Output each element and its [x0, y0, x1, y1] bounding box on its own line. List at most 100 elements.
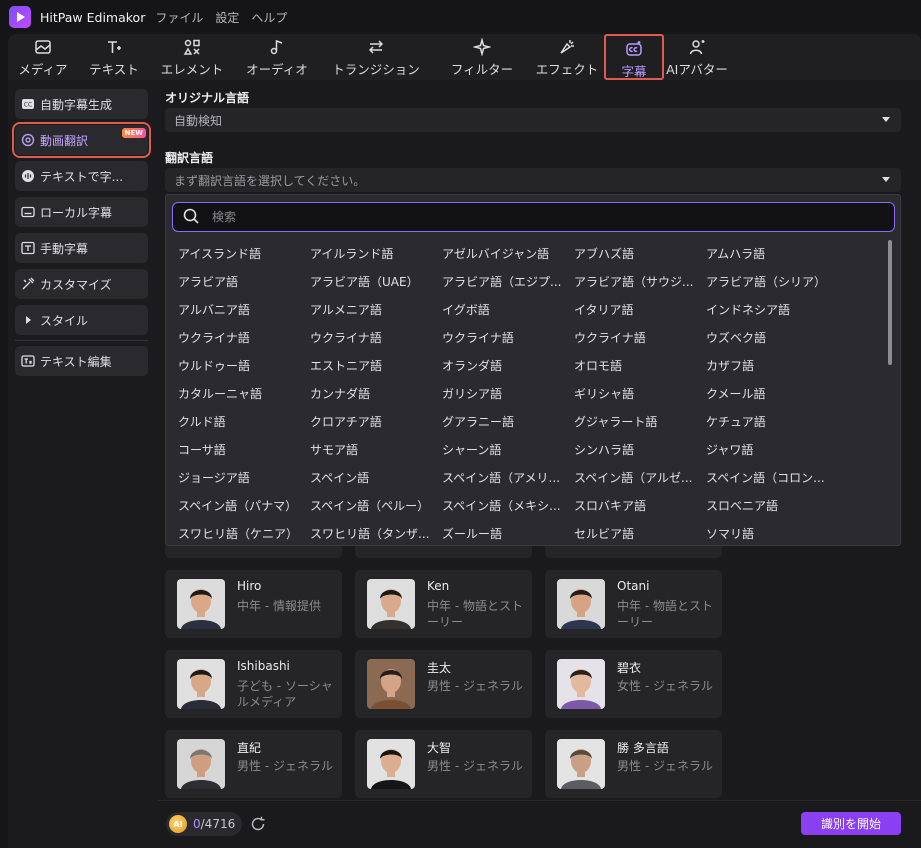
- language-option[interactable]: グアラニー語: [442, 413, 574, 430]
- dropdown-scrollbar[interactable]: [888, 240, 892, 365]
- language-option[interactable]: カンナダ語: [310, 385, 442, 402]
- language-option[interactable]: スペイン語（ペルー）: [310, 497, 442, 514]
- voice-card[interactable]: 圭太 男性 - ジェネラル: [355, 650, 532, 718]
- sidebar-item-video-translate[interactable]: 動画翻訳 NEW: [12, 122, 151, 158]
- language-option[interactable]: スワヒリ語（タンザ...: [310, 525, 442, 542]
- voice-card[interactable]: Otani 中年 - 物語とストーリー: [545, 570, 722, 638]
- tab-media[interactable]: メディア: [8, 34, 78, 80]
- chevron-down-icon: [882, 177, 890, 182]
- language-option[interactable]: ジャワ語: [706, 441, 838, 458]
- tab-audio[interactable]: オーディオ: [234, 34, 320, 80]
- voice-card[interactable]: 碧衣 女性 - ジェネラル: [545, 650, 722, 718]
- language-option[interactable]: ウルドゥー語: [178, 357, 310, 374]
- language-option[interactable]: アムハラ語: [706, 245, 838, 262]
- language-option[interactable]: カザフ語: [706, 357, 838, 374]
- language-option[interactable]: スロバキア語: [574, 497, 706, 514]
- target-language-select[interactable]: まず翻訳言語を選択してください。: [165, 168, 901, 192]
- voice-card[interactable]: 勝 多言語 男性 - ジェネラル: [545, 730, 722, 798]
- tab-effect[interactable]: エフェクト: [532, 34, 602, 80]
- language-option[interactable]: コーサ語: [178, 441, 310, 458]
- voice-description: 中年 - 情報提供: [237, 599, 321, 613]
- language-option[interactable]: アラビア語（エジプ...: [442, 273, 574, 290]
- tab-text[interactable]: テキスト: [78, 34, 150, 80]
- start-recognition-button[interactable]: 識別を開始: [801, 812, 901, 835]
- language-option[interactable]: スペイン語（パナマ）: [178, 497, 310, 514]
- language-option[interactable]: スペイン語（メキシ...: [442, 497, 574, 514]
- voice-card[interactable]: 大智 男性 - ジェネラル: [355, 730, 532, 798]
- language-option[interactable]: スワヒリ語（ケニア）: [178, 525, 310, 542]
- language-option[interactable]: ソマリ語: [706, 525, 838, 542]
- audio-icon: [268, 38, 286, 56]
- voice-card[interactable]: Ishibashi 子ども - ソーシャルメディア: [165, 650, 342, 718]
- language-option[interactable]: ケチュア語: [706, 413, 838, 430]
- voice-card[interactable]: [165, 546, 342, 558]
- language-option[interactable]: スペイン語（アルゼ...: [574, 469, 706, 486]
- sidebar-item-text-to-speech[interactable]: テキストで字...: [15, 161, 148, 191]
- language-option[interactable]: ズールー語: [442, 525, 574, 542]
- language-option[interactable]: ウズベク語: [706, 329, 838, 346]
- language-option[interactable]: クロアチア語: [310, 413, 442, 430]
- language-option[interactable]: アラビア語（サウジ...: [574, 273, 706, 290]
- sidebar-item-style[interactable]: スタイル: [15, 305, 148, 335]
- language-option[interactable]: セルビア語: [574, 525, 706, 542]
- sidebar-item-auto-subtitle[interactable]: CC 自動字幕生成: [15, 89, 148, 119]
- language-option[interactable]: ジョージア語: [178, 469, 310, 486]
- language-option[interactable]: ウクライナ語: [574, 329, 706, 346]
- sidebar-item-customize[interactable]: カスタマイズ: [15, 269, 148, 299]
- language-option[interactable]: アゼルバイジャン語: [442, 245, 574, 262]
- language-option[interactable]: アラビア語: [178, 273, 310, 290]
- language-search-input[interactable]: [212, 210, 812, 224]
- language-option[interactable]: アルメニア語: [310, 301, 442, 318]
- language-option[interactable]: ウクライナ語: [310, 329, 442, 346]
- language-option[interactable]: インドネシア語: [706, 301, 838, 318]
- language-option[interactable]: アラビア語（シリア）: [706, 273, 838, 290]
- language-option[interactable]: シャーン語: [442, 441, 574, 458]
- refresh-icon[interactable]: [249, 815, 267, 833]
- language-option[interactable]: ウクライナ語: [442, 329, 574, 346]
- language-option[interactable]: カタルーニャ語: [178, 385, 310, 402]
- sidebar-item-local-subtitle[interactable]: ローカル字幕: [15, 197, 148, 227]
- voice-card[interactable]: Hiro 中年 - 情報提供: [165, 570, 342, 638]
- language-option[interactable]: アブハズ語: [574, 245, 706, 262]
- language-option[interactable]: ガリシア語: [442, 385, 574, 402]
- language-option[interactable]: スペイン語（アメリ...: [442, 469, 574, 486]
- original-language-select[interactable]: 自動検知: [165, 108, 901, 132]
- language-option[interactable]: シンハラ語: [574, 441, 706, 458]
- language-option[interactable]: グジャラート語: [574, 413, 706, 430]
- chevron-down-icon: [882, 117, 890, 122]
- language-option[interactable]: アラビア語（UAE）: [310, 273, 442, 290]
- tab-transition[interactable]: トランジション: [320, 34, 432, 80]
- language-option[interactable]: イタリア語: [574, 301, 706, 318]
- tab-subtitle[interactable]: 字幕: [604, 34, 664, 80]
- voice-avatar: [177, 739, 225, 789]
- language-option[interactable]: アルバニア語: [178, 301, 310, 318]
- sidebar-item-manual-subtitle[interactable]: 手動字幕: [15, 233, 148, 263]
- voice-card[interactable]: [545, 546, 722, 558]
- language-option[interactable]: アイルランド語: [310, 245, 442, 262]
- tab-element[interactable]: エレメント: [150, 34, 234, 80]
- language-option[interactable]: ギリシャ語: [574, 385, 706, 402]
- language-option[interactable]: オロモ語: [574, 357, 706, 374]
- language-option[interactable]: ウクライナ語: [178, 329, 310, 346]
- language-option[interactable]: スペイン語（コロン...: [706, 469, 838, 486]
- language-search[interactable]: [172, 202, 895, 232]
- language-option[interactable]: クメール語: [706, 385, 838, 402]
- menu-help[interactable]: ヘルプ: [251, 9, 287, 26]
- language-option[interactable]: エストニア語: [310, 357, 442, 374]
- voice-icon: [21, 169, 35, 183]
- menu-settings[interactable]: 設定: [215, 9, 239, 26]
- tab-filter[interactable]: フィルター: [432, 34, 532, 80]
- voice-card[interactable]: [355, 546, 532, 558]
- sidebar-item-text-edit[interactable]: テキスト編集: [15, 346, 148, 376]
- language-option[interactable]: スペイン語: [310, 469, 442, 486]
- tab-ai-avatar[interactable]: AIアバター: [664, 34, 730, 80]
- language-option[interactable]: アイスランド語: [178, 245, 310, 262]
- language-option[interactable]: サモア語: [310, 441, 442, 458]
- language-option[interactable]: クルド語: [178, 413, 310, 430]
- menu-file[interactable]: ファイル: [155, 9, 203, 26]
- voice-card[interactable]: Ken 中年 - 物語とストーリー: [355, 570, 532, 638]
- language-option[interactable]: スロベニア語: [706, 497, 838, 514]
- voice-card[interactable]: 直紀 男性 - ジェネラル: [165, 730, 342, 798]
- language-option[interactable]: オランダ語: [442, 357, 574, 374]
- language-option[interactable]: イグボ語: [442, 301, 574, 318]
